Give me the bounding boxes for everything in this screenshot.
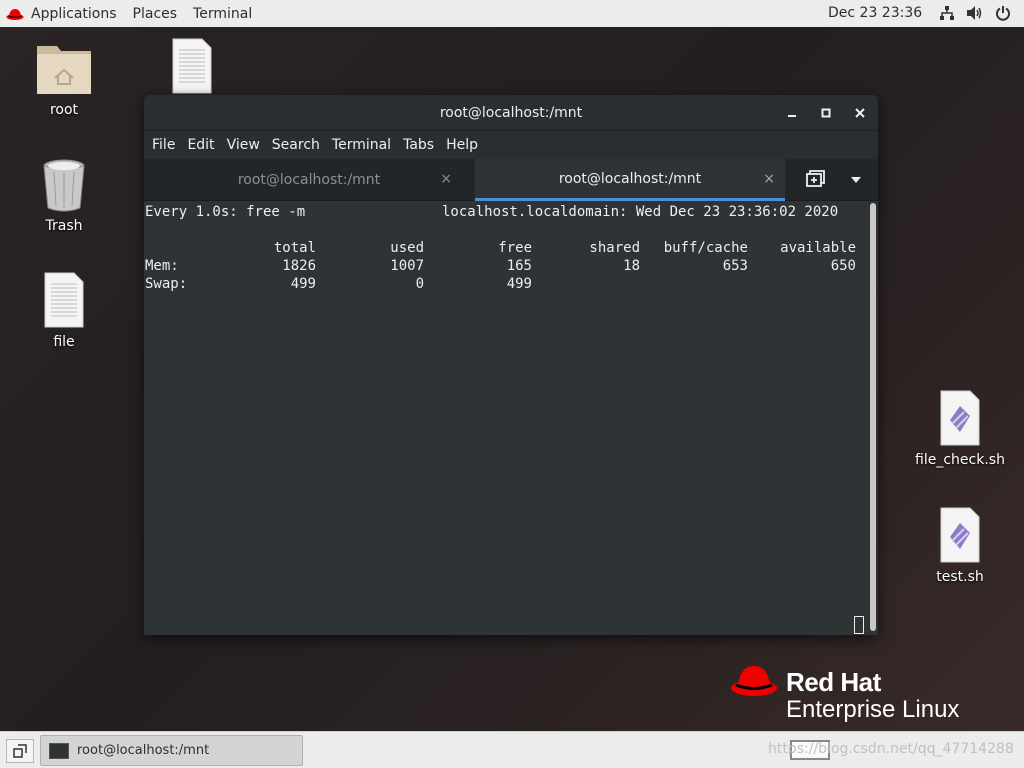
col-header: total <box>273 240 316 256</box>
terminal-app-menu[interactable]: Terminal <box>185 0 260 27</box>
desktop-icon-label: file_check.sh <box>915 452 1005 468</box>
chevron-down-icon[interactable] <box>850 175 862 185</box>
trash-icon <box>43 159 85 212</box>
cell: 1007 <box>390 258 424 274</box>
close-icon[interactable] <box>850 103 870 123</box>
desktop-icon-label: test.sh <box>936 569 984 585</box>
menu-terminal[interactable]: Terminal <box>326 137 397 153</box>
row-label: Swap: <box>145 276 188 292</box>
cell: 1826 <box>282 258 316 274</box>
tab-inactive[interactable]: root@localhost:/mnt × <box>144 159 474 201</box>
desktop-icon-test[interactable]: test.sh <box>915 507 1005 585</box>
redhat-icon <box>6 8 24 20</box>
col-header: available <box>780 240 856 256</box>
minimize-icon[interactable] <box>782 103 802 123</box>
terminal-icon <box>49 742 69 759</box>
terminal-menu-label: Terminal <box>193 5 253 22</box>
power-icon[interactable] <box>994 4 1012 22</box>
desktop-icon-label: root <box>49 102 79 118</box>
applications-menu[interactable]: Applications <box>0 0 125 27</box>
home-folder-icon <box>37 46 91 94</box>
cell: 18 <box>623 258 640 274</box>
free-table: total used free shared buff/cache available Me… <box>144 239 868 293</box>
places-label: Places <box>132 5 178 22</box>
cell: 499 <box>506 276 532 292</box>
col-header: used <box>390 240 424 256</box>
tab-bar: root@localhost:/mnt × root@localhost:/mn… <box>144 159 878 201</box>
desktop-icon-root[interactable]: root <box>19 40 109 118</box>
menu-search[interactable]: Search <box>266 137 326 153</box>
free-row-mem: Mem: 1826 1007 165 18 653 650 <box>144 257 868 275</box>
redhat-line1: Red Hat <box>786 667 881 697</box>
show-desktop-icon <box>13 744 27 758</box>
tab-label: root@localhost:/mnt <box>237 172 381 188</box>
watermark: https://blog.csdn.net/qq_47714288 <box>768 741 1014 757</box>
redhat-wordmark: Red Hat Enterprise Linux <box>786 668 959 724</box>
taskbar-terminal-item[interactable]: root@localhost:/mnt <box>40 735 303 766</box>
desktop-icon-label: file <box>53 334 75 350</box>
clock[interactable]: Dec 23 23:36 <box>828 5 922 21</box>
redhat-logo: Red Hat Enterprise Linux <box>730 662 959 724</box>
terminal-output[interactable]: Every 1.0s: free -m localhost.localdomain… <box>144 202 868 635</box>
tab-close-icon[interactable]: × <box>440 171 452 187</box>
desktop-icon-file[interactable]: file <box>19 272 109 350</box>
script-icon <box>940 507 980 563</box>
cell: 165 <box>506 258 532 274</box>
free-row-swap: Swap: 499 0 499 <box>144 275 868 293</box>
menu-view[interactable]: View <box>221 137 266 153</box>
bottom-panel: root@localhost:/mnt https://blog.csdn.ne… <box>0 731 1024 768</box>
menu-tabs[interactable]: Tabs <box>397 137 440 153</box>
tab-close-icon[interactable]: × <box>763 171 775 187</box>
network-icon[interactable] <box>938 4 956 22</box>
volume-icon[interactable] <box>966 4 984 22</box>
watch-command: Every 1.0s: free -m <box>145 204 306 220</box>
redhat-line2: Enterprise Linux <box>786 696 960 723</box>
watch-host-timestamp: localhost.localdomain: Wed Dec 23 23:36:… <box>442 204 839 220</box>
redhat-hat-icon <box>731 666 777 696</box>
desktop-icon-document[interactable] <box>147 38 237 100</box>
script-icon <box>940 390 980 446</box>
maximize-icon[interactable] <box>816 103 836 123</box>
menu-help[interactable]: Help <box>440 137 484 153</box>
new-tab-icon[interactable] <box>804 169 826 191</box>
window-controls <box>782 95 870 131</box>
window-title: root@localhost:/mnt <box>439 104 583 121</box>
menu-edit[interactable]: Edit <box>181 137 220 153</box>
show-desktop-button[interactable] <box>6 739 34 763</box>
top-panel: Applications Places Terminal Dec 23 23:3… <box>0 0 1024 27</box>
document-icon <box>44 272 84 328</box>
terminal-window[interactable]: root@localhost:/mnt File Edit View Searc… <box>144 95 878 635</box>
tab-active[interactable]: root@localhost:/mnt × <box>475 159 785 201</box>
document-icon <box>172 38 212 94</box>
window-titlebar[interactable]: root@localhost:/mnt <box>144 95 878 131</box>
system-tray[interactable] <box>938 4 1012 22</box>
row-label: Mem: <box>145 258 179 274</box>
taskbar-item-label: root@localhost:/mnt <box>77 743 210 758</box>
col-header: free <box>498 240 532 256</box>
cell: 0 <box>415 276 424 292</box>
places-menu[interactable]: Places <box>125 0 186 27</box>
desktop-icon-trash[interactable]: Trash <box>19 158 109 234</box>
text-cursor <box>854 616 864 634</box>
col-header: buff/cache <box>663 240 748 256</box>
free-header-row: total used free shared buff/cache available <box>144 239 868 257</box>
cell: 650 <box>830 258 856 274</box>
cell: 653 <box>722 258 748 274</box>
menu-file[interactable]: File <box>146 137 181 153</box>
cell: 499 <box>290 276 316 292</box>
menu-bar: File Edit View Search Terminal Tabs Help <box>144 131 878 159</box>
tab-label: root@localhost:/mnt <box>558 170 702 187</box>
applications-label: Applications <box>31 5 117 22</box>
scrollbar[interactable] <box>870 203 876 631</box>
desktop-icon-label: Trash <box>45 218 83 234</box>
col-header: shared <box>589 240 640 256</box>
desktop-icon-file-check[interactable]: file_check.sh <box>915 390 1005 468</box>
